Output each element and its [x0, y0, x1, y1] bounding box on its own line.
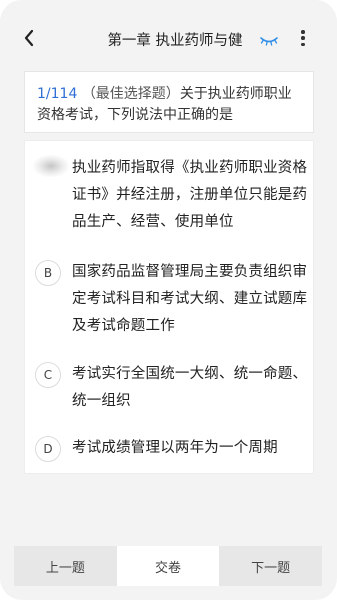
- submit-exam-button[interactable]: 交卷: [116, 546, 220, 586]
- header-bar: 第一章 执业药师与健: [0, 0, 337, 64]
- more-button[interactable]: [296, 29, 310, 47]
- option-b-text: 国家药品监督管理局主要负责组织审 定考试科目和考试大纲、建立试题库 及考试命题工…: [72, 264, 308, 334]
- app-frame: 第一章 执业药师与健 1/114 （最佳选择题）关于执业药师职业 资格考试，下列…: [0, 0, 337, 600]
- back-button[interactable]: [18, 26, 40, 50]
- options-card: 执业药师指取得《执业药师职业资格 证书》并经注册，注册单位只能是药 品生产、经营…: [24, 140, 314, 474]
- page-title: 第一章 执业药师与健: [107, 33, 243, 49]
- option-d-badge: D: [35, 436, 61, 462]
- option-d-text: 考试成绩管理以两年为一个周期: [72, 440, 278, 456]
- option-a-text: 执业药师指取得《执业药师职业资格 证书》并经注册，注册单位只能是药 品生产、经营…: [72, 160, 308, 230]
- option-c-badge: C: [35, 362, 61, 388]
- question-number: 1/114: [37, 86, 78, 102]
- eye-toggle-button[interactable]: [259, 32, 279, 46]
- option-a[interactable]: 执业药师指取得《执业药师职业资格 证书》并经注册，注册单位只能是药 品生产、经营…: [25, 149, 315, 245]
- more-icon: [301, 30, 305, 34]
- prev-question-button[interactable]: 上一题: [14, 546, 117, 586]
- next-question-button[interactable]: 下一题: [219, 546, 323, 586]
- option-b[interactable]: B 国家药品监督管理局主要负责组织审 定考试科目和考试大纲、建立试题库 及考试命…: [25, 255, 315, 345]
- bottom-nav-bar: 上一题 交卷 下一题: [14, 546, 323, 586]
- option-b-badge: B: [35, 260, 61, 286]
- option-c[interactable]: C 考试实行全国统一大纲、统一命题、 统一组织: [25, 360, 315, 422]
- option-d[interactable]: D 考试成绩管理以两年为一个周期: [25, 434, 315, 468]
- question-type: （最佳选择题）: [81, 86, 180, 102]
- option-a-badge-obscured: [33, 155, 69, 177]
- back-icon: [24, 29, 34, 47]
- question-text: 1/114 （最佳选择题）关于执业药师职业 资格考试，下列说法中正确的是: [37, 84, 307, 126]
- question-stem-line2: 资格考试，下列说法中正确的是: [37, 107, 233, 123]
- question-card: 1/114 （最佳选择题）关于执业药师职业 资格考试，下列说法中正确的是: [24, 71, 314, 133]
- option-c-text: 考试实行全国统一大纲、统一命题、 统一组织: [72, 366, 308, 409]
- eye-icon: [260, 37, 278, 46]
- question-stem-line1: 关于执业药师职业: [179, 86, 292, 102]
